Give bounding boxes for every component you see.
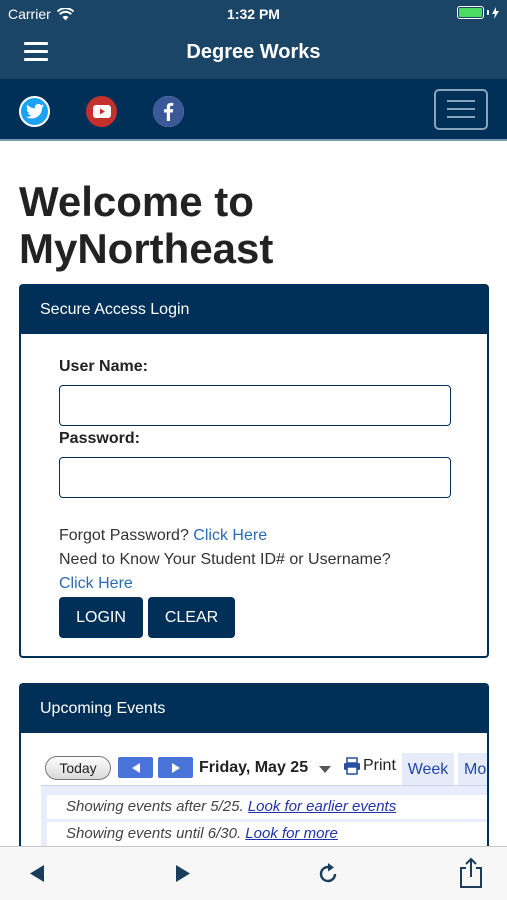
- reload-button[interactable]: [316, 862, 340, 891]
- student-id-row: Click Here: [59, 575, 133, 593]
- welcome-line-2: MyNortheast: [19, 225, 274, 272]
- back-button[interactable]: [30, 865, 44, 887]
- calendar-toolbar: Today Friday, May 25 Print Week Month: [21, 753, 487, 787]
- tab-week[interactable]: Week: [402, 753, 454, 787]
- more-events-link[interactable]: Look for more: [245, 825, 338, 842]
- nav-title: Degree Works: [186, 41, 321, 63]
- forward-button[interactable]: [176, 865, 190, 887]
- facebook-icon[interactable]: [153, 96, 184, 127]
- youtube-icon[interactable]: [86, 96, 117, 127]
- forgot-password-row: Forgot Password? Click Here: [59, 527, 267, 545]
- password-label: Password:: [59, 430, 140, 447]
- battery-icon: [457, 6, 484, 19]
- welcome-line-1: Welcome to: [19, 178, 254, 225]
- login-panel-header: Secure Access Login: [21, 286, 487, 334]
- forgot-password-link[interactable]: Click Here: [193, 527, 267, 544]
- share-icon: [460, 857, 482, 888]
- password-input[interactable]: [59, 457, 451, 498]
- events-after-row: Showing events after 5/25. Look for earl…: [47, 795, 487, 819]
- app-nav-bar: Degree Works: [0, 28, 507, 79]
- reload-icon: [319, 863, 337, 883]
- twitter-icon[interactable]: [19, 96, 50, 127]
- events-until-row: Showing events until 6/30. Look for more: [47, 822, 487, 846]
- student-id-link[interactable]: Click Here: [59, 575, 133, 592]
- previous-day-button[interactable]: [118, 757, 153, 778]
- clock: 1:32 PM: [227, 6, 280, 22]
- clear-button[interactable]: CLEAR: [148, 597, 235, 638]
- page-title: Welcome to MyNortheast: [19, 178, 489, 272]
- events-after-text: Showing events after 5/25.: [66, 798, 244, 815]
- events-until-text: Showing events until 6/30.: [66, 825, 242, 842]
- forgot-password-text: Forgot Password?: [59, 527, 189, 544]
- share-button[interactable]: [458, 857, 484, 894]
- username-label: User Name:: [59, 358, 148, 375]
- events-panel-header: Upcoming Events: [21, 685, 487, 733]
- charging-bolt-icon: [492, 6, 499, 19]
- login-button[interactable]: LOGIN: [59, 597, 143, 638]
- printer-icon: [344, 757, 360, 775]
- print-label: Print: [363, 757, 396, 774]
- today-button[interactable]: Today: [45, 756, 111, 780]
- date-dropdown-icon[interactable]: [319, 766, 331, 773]
- status-bar: Carrier 1:32 PM: [0, 0, 507, 28]
- browser-toolbar: [0, 846, 507, 900]
- battery-indicator: [457, 6, 499, 19]
- print-button[interactable]: Print: [343, 757, 396, 775]
- login-panel: Secure Access Login User Name: Password:…: [19, 284, 489, 658]
- collapsed-menu-toggle[interactable]: [434, 89, 488, 130]
- triangle-right-icon: [171, 762, 180, 773]
- forward-arrow-icon: [176, 865, 190, 882]
- student-id-text: Need to Know Your Student ID# or Usernam…: [59, 551, 391, 568]
- triangle-left-icon: [131, 762, 140, 773]
- next-day-button[interactable]: [158, 757, 193, 778]
- back-arrow-icon: [30, 865, 44, 882]
- social-bar: [0, 79, 507, 141]
- tab-month[interactable]: Month: [458, 753, 487, 787]
- current-date: Friday, May 25: [199, 759, 309, 776]
- earlier-events-link[interactable]: Look for earlier events: [248, 798, 396, 815]
- username-input[interactable]: [59, 385, 451, 426]
